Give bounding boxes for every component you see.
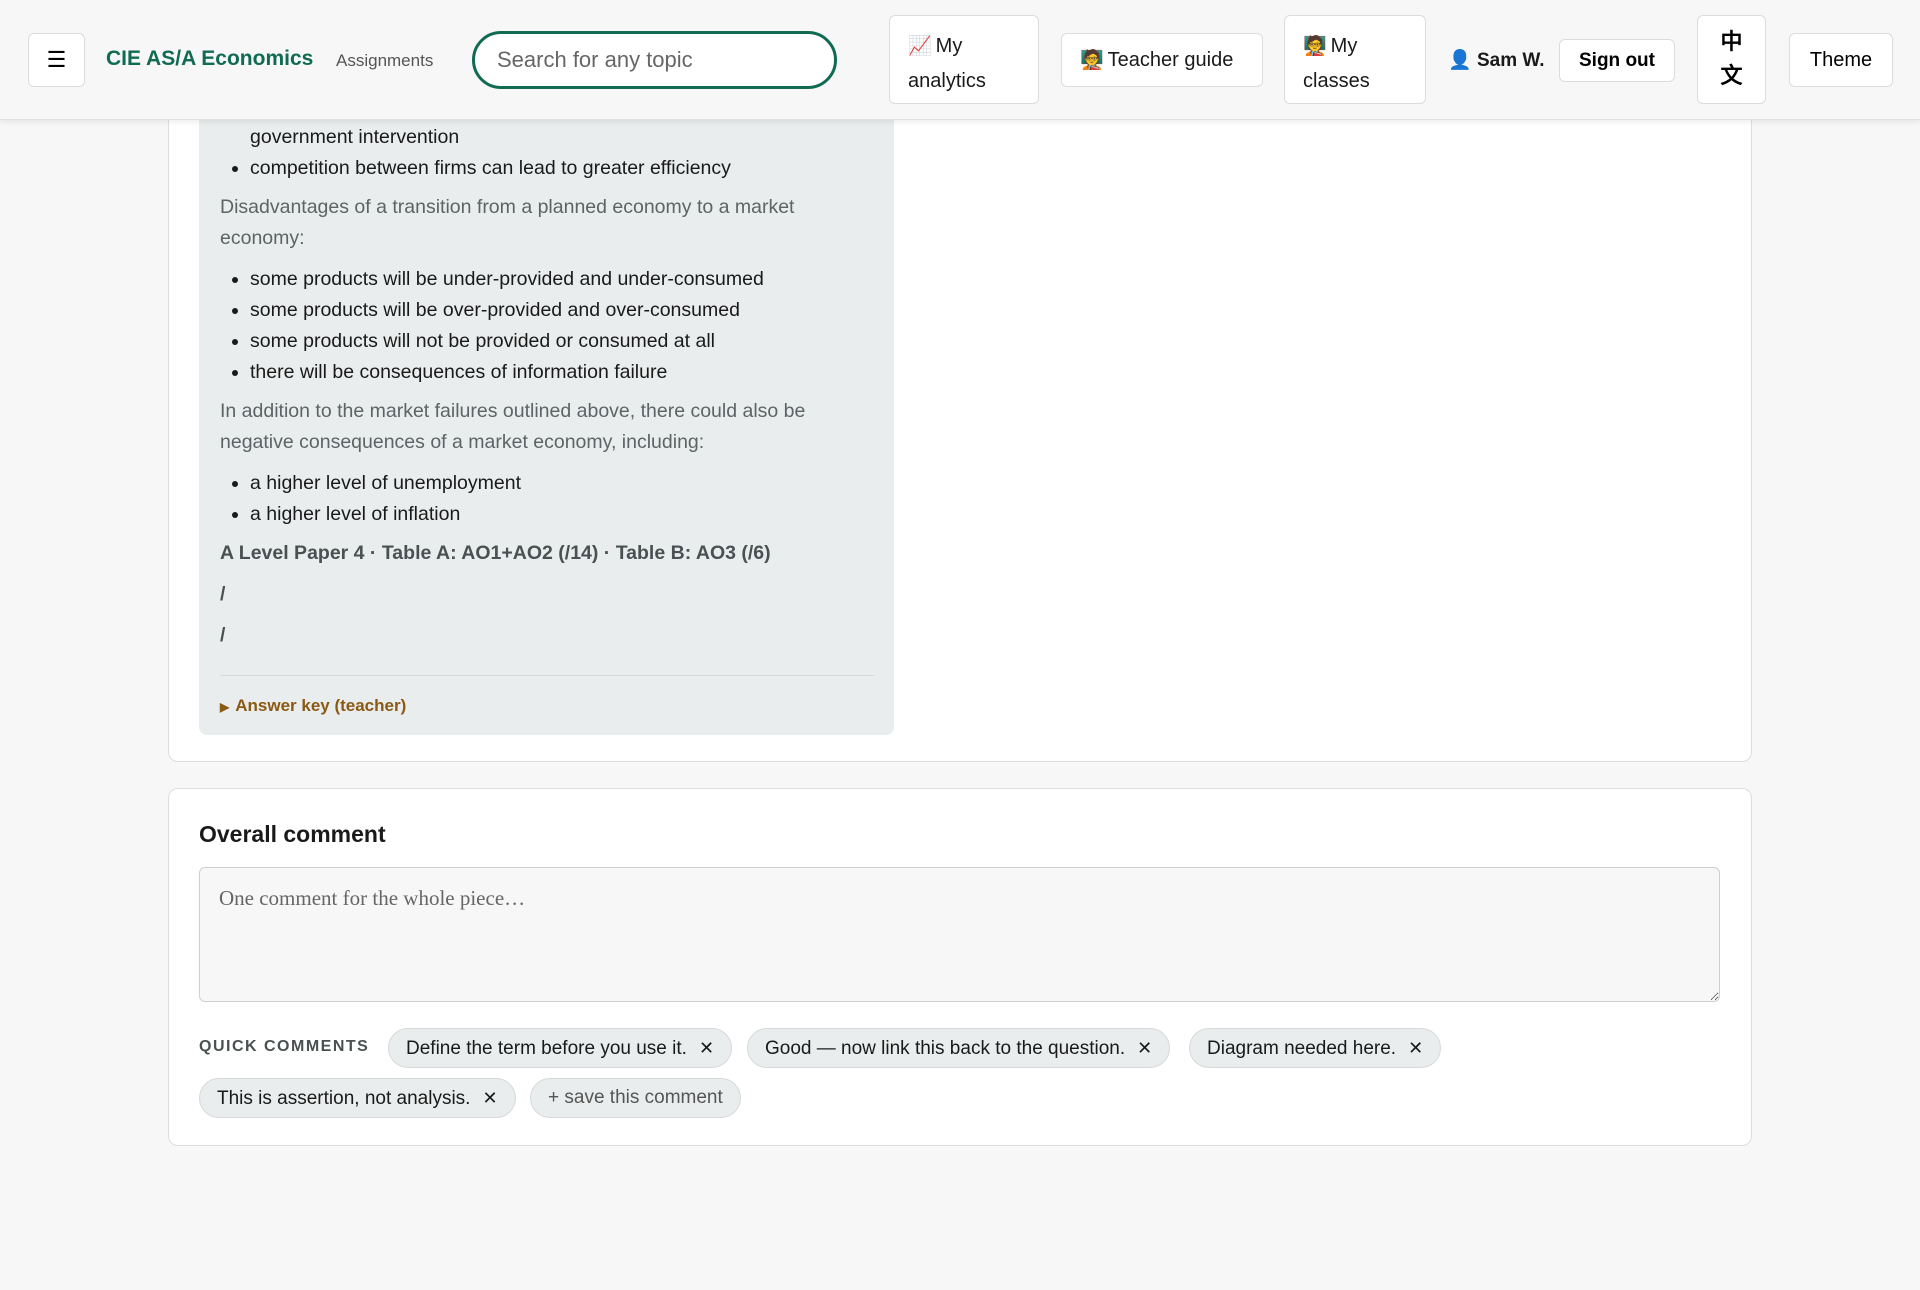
sign-out-button[interactable]: Sign out: [1559, 39, 1675, 82]
quick-comments-label: QUICK COMMENTS: [199, 1038, 370, 1055]
save-comment-button[interactable]: + save this comment: [530, 1078, 741, 1118]
my-classes-label-line2: classes: [1303, 70, 1370, 92]
list-item: government intervention: [250, 126, 460, 148]
assignments-link[interactable]: Assignments: [336, 51, 433, 71]
close-icon[interactable]: ✕: [482, 1088, 497, 1108]
menu-button[interactable]: ☰: [28, 33, 85, 87]
my-classes-label-line1: My: [1330, 35, 1358, 57]
quick-comment-chip[interactable]: Good — now link this back to the questio…: [747, 1028, 1171, 1068]
language-toggle-button[interactable]: 中 文: [1697, 15, 1766, 104]
list-item: a higher level of unemployment: [250, 468, 874, 499]
teacher-guide-label: Teacher guide: [1107, 49, 1234, 71]
answer-list-advantages: government intervention competition betw…: [220, 122, 874, 184]
quick-comment-chip[interactable]: Diagram needed here. ✕: [1189, 1028, 1442, 1068]
answer-list-consequences: a higher level of unemployment a higher …: [220, 468, 874, 530]
list-item: some products will be over-provided and …: [250, 295, 874, 326]
user-name: Sam W.: [1476, 50, 1545, 71]
top-navigation-bar: ☰ CIE AS/A Economics Assignments 📈My ana…: [0, 0, 1920, 120]
chart-increasing-icon: 📈: [908, 36, 932, 57]
language-label-line1: 中: [1720, 29, 1743, 55]
list-item: a higher level of inflation: [250, 499, 874, 530]
brand-title[interactable]: CIE AS/A Economics: [106, 47, 313, 71]
teacher-guide-button[interactable]: 🧑‍🏫 Teacher guide: [1061, 33, 1263, 87]
score-slash-a: /: [220, 583, 226, 605]
overall-comment-card: Overall comment QUICK COMMENTS Define th…: [168, 788, 1752, 1146]
teacher-icon: 🧑‍🏫: [1080, 50, 1104, 71]
overall-comment-textarea[interactable]: [199, 867, 1720, 1002]
close-icon[interactable]: ✕: [699, 1038, 714, 1058]
answer-key-toggle[interactable]: ▶ Answer key (teacher): [220, 690, 406, 723]
user-icon: 👤: [1448, 50, 1472, 71]
search-input[interactable]: [472, 31, 837, 89]
quick-comment-text: Good — now link this back to the questio…: [765, 1038, 1126, 1059]
answer-list-disadvantages: some products will be under-provided and…: [220, 264, 874, 388]
answer-key-label: Answer key (teacher): [235, 696, 407, 715]
theme-button[interactable]: Theme: [1789, 33, 1893, 87]
score-slash-b: /: [220, 624, 226, 646]
list-item: there will be consequences of informatio…: [250, 357, 874, 388]
quick-comment-chip[interactable]: Define the term before you use it. ✕: [388, 1028, 733, 1068]
triangle-right-icon: ▶: [220, 700, 230, 714]
language-label-line2: 文: [1720, 63, 1743, 89]
list-item: some products will not be provided or co…: [250, 326, 874, 357]
answer-paragraph: In addition to the market failures outli…: [220, 400, 806, 453]
answer-paragraph: Disadvantages of a transition from a pla…: [220, 196, 795, 249]
list-item: competition between firms can lead to gr…: [250, 153, 874, 184]
model-answer-panel: government intervention competition betw…: [199, 100, 894, 735]
overall-comment-title: Overall comment: [199, 821, 386, 847]
teacher-icon: 🧑‍🏫: [1303, 36, 1327, 57]
close-icon[interactable]: ✕: [1137, 1038, 1152, 1058]
my-analytics-button[interactable]: 📈 My analytics: [889, 15, 1039, 104]
my-analytics-label-line2: analytics: [908, 70, 986, 92]
my-classes-button[interactable]: 🧑‍🏫 My classes: [1284, 15, 1426, 104]
quick-comment-chip[interactable]: This is assertion, not analysis. ✕: [199, 1078, 516, 1118]
mark-scheme-meta: A Level Paper 4 · Table A: AO1+AO2 (/14)…: [220, 542, 771, 564]
close-icon[interactable]: ✕: [1408, 1038, 1423, 1058]
hamburger-menu-icon: ☰: [46, 47, 67, 72]
list-item: some products will be under-provided and…: [250, 264, 874, 295]
divider: [220, 675, 874, 676]
quick-comment-text: Diagram needed here.: [1207, 1038, 1397, 1059]
my-analytics-label-line1: My: [935, 35, 963, 57]
user-display: 👤 Sam W.: [1448, 48, 1545, 72]
quick-comment-text: This is assertion, not analysis.: [217, 1088, 471, 1109]
quick-comment-text: Define the term before you use it.: [406, 1038, 687, 1059]
